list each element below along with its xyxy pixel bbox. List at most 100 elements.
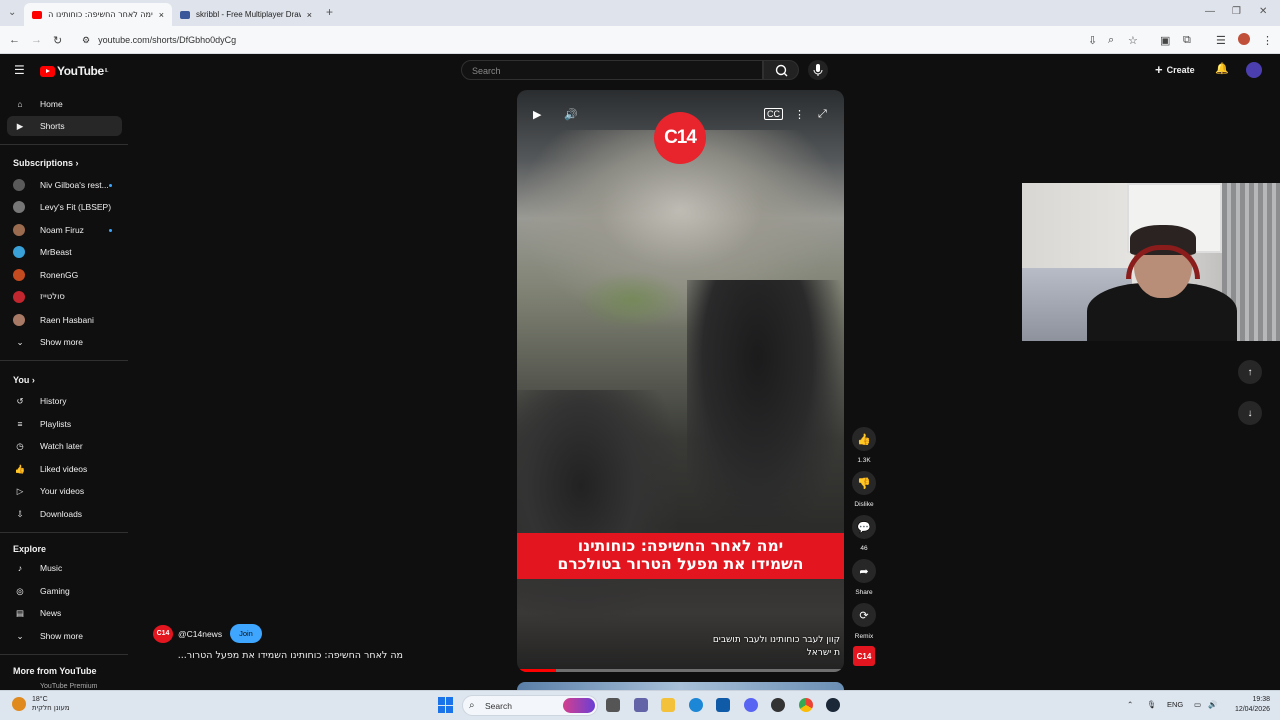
back-icon[interactable]: ← bbox=[9, 34, 20, 46]
captions-icon[interactable]: CC bbox=[764, 108, 783, 120]
network-icon[interactable]: ▭ bbox=[1194, 700, 1201, 709]
teams-icon[interactable] bbox=[634, 698, 648, 712]
sidebar-item-liked-videos[interactable]: 👍 Liked videos bbox=[7, 459, 122, 479]
share-button[interactable]: ➦ Share bbox=[850, 559, 878, 596]
subscriptions-heading[interactable]: Subscriptions › bbox=[13, 158, 79, 168]
minimize-window-icon[interactable]: — bbox=[1205, 6, 1215, 17]
news-icon: ▤ bbox=[15, 607, 25, 618]
shorts-video-player[interactable]: C14 ▶ 🔊 CC ⋮ ⤢ ימה לאחר החשיפה: כוחותינו… bbox=[517, 90, 844, 672]
bookmark-star-icon[interactable]: ☆ bbox=[1128, 34, 1138, 47]
sidebar-item-home[interactable]: ⌂ Home bbox=[7, 94, 122, 114]
channel-avatar-button[interactable]: C14 bbox=[853, 646, 875, 666]
taskbar-search[interactable]: ⌕ Search bbox=[462, 695, 598, 716]
account-avatar[interactable] bbox=[1246, 62, 1262, 78]
you-heading[interactable]: You › bbox=[13, 375, 35, 385]
steam-icon[interactable] bbox=[826, 698, 840, 712]
video-progress-bar[interactable] bbox=[517, 669, 844, 672]
sidebar-item-gaming[interactable]: ◎ Gaming bbox=[7, 581, 122, 601]
discord-icon[interactable] bbox=[744, 698, 758, 712]
explore-show-more[interactable]: ⌄ Show more bbox=[7, 626, 122, 646]
subscription-item[interactable]: Levy's Fit (LBSEP) bbox=[7, 197, 122, 217]
youtube-logo[interactable]: YouTube IL bbox=[40, 64, 109, 78]
tray-mic-icon[interactable]: 🎙 bbox=[1147, 700, 1157, 709]
address-bar[interactable]: ⚙ youtube.com/shorts/DfGbho0dyCg bbox=[74, 30, 1280, 50]
subscription-item[interactable]: Noam Firuz bbox=[7, 220, 122, 240]
comment-icon: 💬 bbox=[852, 515, 876, 539]
profile-avatar[interactable] bbox=[1238, 33, 1250, 45]
volume-icon[interactable]: 🔊 bbox=[564, 108, 578, 121]
taskbar-clock[interactable]: 19:38 12/04/2026 bbox=[1222, 695, 1270, 715]
forward-icon[interactable]: → bbox=[31, 34, 42, 46]
sidebar-item-music[interactable]: ♪ Music bbox=[7, 558, 122, 578]
site-info-icon[interactable]: ⚙ bbox=[82, 35, 90, 46]
close-tab-icon[interactable]: × bbox=[159, 10, 164, 20]
task-view-icon[interactable] bbox=[606, 698, 620, 712]
channel-handle[interactable]: @C14news bbox=[178, 629, 222, 639]
volume-tray-icon[interactable]: 🔊 bbox=[1208, 700, 1217, 709]
sidebar-item-history[interactable]: ↺ History bbox=[7, 391, 122, 411]
create-button[interactable]: + Create bbox=[1155, 62, 1195, 77]
file-explorer-icon[interactable] bbox=[661, 698, 675, 712]
tab-youtube[interactable]: ימה לאחר החשיפה: כוחותינו ה × bbox=[24, 3, 172, 26]
sidebar-item-your-videos[interactable]: ▷ Your videos bbox=[7, 481, 122, 501]
install-app-icon[interactable]: ⇩ bbox=[1088, 34, 1097, 47]
like-button[interactable]: 👍 1.3K bbox=[850, 427, 878, 464]
more-options-icon[interactable]: ⋮ bbox=[794, 108, 805, 121]
windows-start-icon[interactable] bbox=[438, 697, 454, 713]
tab-search-icon[interactable]: ⌄ bbox=[8, 7, 16, 18]
store-icon[interactable] bbox=[716, 698, 730, 712]
edge-icon[interactable] bbox=[689, 698, 703, 712]
sidebar-item-downloads[interactable]: ⇩ Downloads bbox=[7, 504, 122, 524]
chrome-icon[interactable] bbox=[799, 698, 813, 712]
previous-short-button[interactable]: ↑ bbox=[1238, 360, 1262, 384]
c14-watermark-logo: C14 bbox=[654, 112, 706, 164]
subscription-item[interactable]: MrBeast bbox=[7, 242, 122, 262]
channel-avatar bbox=[13, 201, 25, 213]
next-short-button[interactable]: ↓ bbox=[1238, 401, 1262, 425]
subscription-item[interactable]: סולטייז bbox=[7, 287, 122, 307]
join-button[interactable]: Join bbox=[230, 624, 262, 643]
fullscreen-icon[interactable]: ⤢ bbox=[818, 108, 827, 121]
play-icon[interactable]: ▶ bbox=[533, 108, 541, 121]
notifications-bell-icon[interactable]: 🔔 bbox=[1215, 62, 1229, 75]
language-indicator[interactable]: ENG bbox=[1167, 700, 1183, 709]
sidebar-item-watch-later[interactable]: ◷ Watch later bbox=[7, 436, 122, 456]
close-window-icon[interactable]: ✕ bbox=[1259, 6, 1267, 17]
zoom-icon[interactable]: ⌕ bbox=[1108, 34, 1114, 47]
sidebar-item-news[interactable]: ▤ News bbox=[7, 603, 122, 623]
subscription-item[interactable]: Raen Hasbani bbox=[7, 310, 122, 330]
reload-icon[interactable]: ↻ bbox=[53, 34, 62, 47]
next-short-preview[interactable] bbox=[517, 682, 844, 690]
remix-button[interactable]: ⟳ Remix bbox=[850, 603, 878, 640]
browser-menu-icon[interactable]: ⋮ bbox=[1262, 34, 1273, 47]
search-icon: ⌕ bbox=[469, 700, 475, 711]
search-button[interactable] bbox=[763, 60, 799, 80]
sidebar-divider bbox=[0, 532, 128, 533]
comments-button[interactable]: 💬 46 bbox=[850, 515, 878, 552]
channel-avatar[interactable]: C14 bbox=[153, 624, 173, 643]
weather-icon[interactable] bbox=[12, 697, 26, 711]
hamburger-menu-icon[interactable]: ☰ bbox=[14, 63, 25, 77]
subscription-item[interactable]: RonenGG bbox=[7, 265, 122, 285]
plus-icon: + bbox=[1155, 62, 1163, 77]
dislike-button[interactable]: 👎 Dislike bbox=[850, 471, 878, 508]
video-title[interactable]: מה לאחר החשיפה: כוחותינו השמידו את מפעל … bbox=[153, 650, 403, 661]
channel-avatar bbox=[13, 291, 25, 303]
sidebar-item-playlists[interactable]: ≡ Playlists bbox=[7, 414, 122, 434]
new-tab-button[interactable]: + bbox=[326, 5, 333, 19]
maximize-window-icon[interactable]: ❐ bbox=[1232, 6, 1241, 17]
tray-overflow-icon[interactable]: ⌃ bbox=[1127, 700, 1133, 709]
close-tab-icon[interactable]: × bbox=[307, 10, 312, 20]
app-icon[interactable] bbox=[771, 698, 785, 712]
voice-search-button[interactable] bbox=[808, 60, 828, 80]
subs-show-more[interactable]: ⌄ Show more bbox=[7, 332, 122, 352]
search-input[interactable]: Search bbox=[461, 60, 763, 80]
video-progress-fill bbox=[517, 669, 557, 672]
extensions-puzzle-icon[interactable]: ⧉ bbox=[1183, 34, 1191, 47]
sidebar-item-shorts[interactable]: ▶ Shorts bbox=[7, 116, 122, 136]
subscription-item[interactable]: Niv Gilboa's rest... bbox=[7, 175, 122, 195]
weather-widget[interactable]: 18°C מעונן חלקית bbox=[32, 695, 70, 713]
media-controls-icon[interactable]: ☰ bbox=[1216, 34, 1226, 47]
extension-icon[interactable]: ▣ bbox=[1160, 34, 1170, 47]
tab-skribbl[interactable]: skribbl - Free Multiplayer Draw × bbox=[172, 3, 320, 26]
